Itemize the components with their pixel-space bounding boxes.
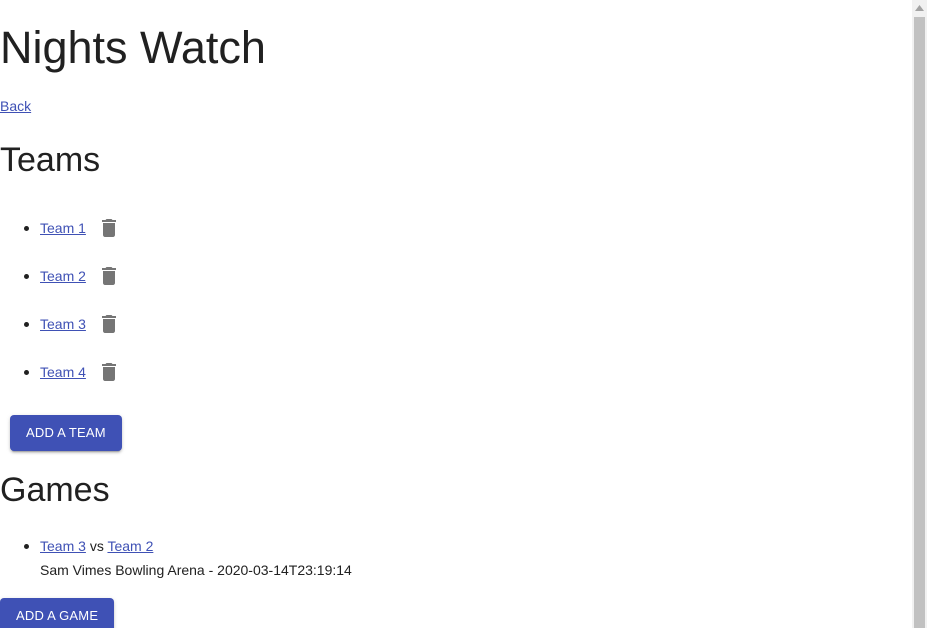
page-title: Nights Watch	[0, 22, 266, 73]
list-bullet	[24, 322, 29, 327]
game-list-item: Team 3 vs Team 2 Sam Vimes Bowling Arena…	[0, 536, 600, 584]
delete-team-button[interactable]	[97, 360, 121, 384]
teams-heading: Teams	[0, 141, 101, 179]
game-details: Sam Vimes Bowling Arena - 2020-03-14T23:…	[40, 562, 352, 578]
versus-label: vs	[89, 538, 104, 554]
trash-icon	[102, 219, 116, 237]
browser-viewport: Nights Watch Back Teams Team 1 Team 2 Te…	[0, 0, 927, 628]
games-heading: Games	[0, 471, 110, 509]
team-link[interactable]: Team 2	[40, 267, 86, 285]
scrollbar-thumb[interactable]	[914, 17, 925, 628]
game-matchup: Team 3 vs Team 2	[40, 537, 153, 555]
trash-icon	[102, 363, 116, 381]
delete-team-button[interactable]	[97, 264, 121, 288]
trash-icon	[102, 267, 116, 285]
home-team-link[interactable]: Team 3	[40, 538, 86, 554]
add-team-button[interactable]: ADD A TEAM	[10, 415, 122, 451]
scroll-up-arrow	[915, 4, 924, 11]
chevron-up-icon[interactable]	[912, 0, 927, 15]
list-bullet	[24, 544, 29, 549]
team-list-item: Team 3	[0, 300, 300, 348]
vertical-scrollbar[interactable]	[912, 0, 927, 628]
team-list-item: Team 4	[0, 348, 300, 396]
trash-icon	[102, 315, 116, 333]
team-list-item: Team 2	[0, 252, 300, 300]
team-list-item: Team 1	[0, 204, 300, 252]
list-bullet	[24, 274, 29, 279]
away-team-link[interactable]: Team 2	[107, 538, 153, 554]
back-link[interactable]: Back	[0, 97, 31, 115]
add-game-button[interactable]: ADD A GAME	[0, 598, 115, 628]
list-bullet	[24, 370, 29, 375]
list-bullet	[24, 226, 29, 231]
team-link[interactable]: Team 1	[40, 219, 86, 237]
delete-team-button[interactable]	[97, 312, 121, 336]
team-link[interactable]: Team 3	[40, 315, 86, 333]
delete-team-button[interactable]	[97, 216, 121, 240]
team-list: Team 1 Team 2 Team 3 Team 4	[0, 204, 300, 396]
team-link[interactable]: Team 4	[40, 363, 86, 381]
game-list: Team 3 vs Team 2 Sam Vimes Bowling Arena…	[0, 536, 600, 584]
page-content: Nights Watch Back Teams Team 1 Team 2 Te…	[0, 0, 912, 628]
